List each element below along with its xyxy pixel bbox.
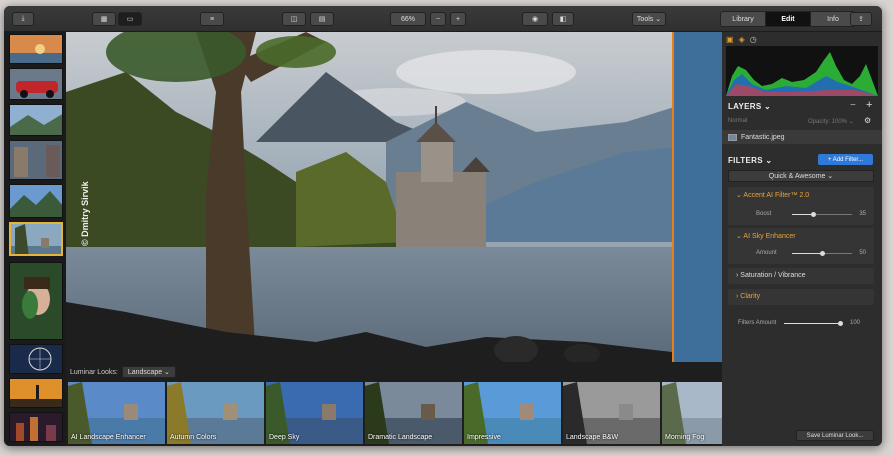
remove-layer-button[interactable]: − <box>850 100 856 111</box>
look-ai-landscape-enhancer[interactable]: AI Landscape Enhancer <box>68 382 165 444</box>
tab-info[interactable]: Info <box>811 12 855 26</box>
look-autumn-colors[interactable]: Autumn Colors <box>167 382 264 444</box>
look-label: AI Landscape Enhancer <box>71 434 146 441</box>
thumbnail-city-night[interactable] <box>9 412 63 442</box>
looks-category-dropdown[interactable]: Landscape ⌄ <box>121 366 176 378</box>
split-icon: ◧ <box>559 16 567 23</box>
add-layer-button[interactable]: + <box>866 99 872 111</box>
sidebar-toggle-button[interactable]: ◫ <box>282 12 306 26</box>
histogram-tools: ▣ ◈ ◷ <box>726 35 757 44</box>
thumbnail-portrait[interactable] <box>9 262 63 340</box>
zoom-out-button[interactable]: − <box>430 12 446 26</box>
single-view-icon: ▭ <box>126 16 134 23</box>
look-landscape-bw[interactable]: Landscape B&W <box>563 382 660 444</box>
filter-saturation-vibrance[interactable]: › Saturation / Vibrance <box>728 268 874 284</box>
add-filter-button[interactable]: + Add Filter... <box>818 154 873 165</box>
thumbnail-ferris-wheel[interactable] <box>9 344 63 374</box>
filter-ai-sky-enhancer: ⌄ AI Sky Enhancer Amount 50 <box>728 228 874 264</box>
toolbar: ⤓ ▦ ▭ ≡ ◫ ▤ 66% − + ◉ ◧ Tools ⌄ Library … <box>4 6 882 32</box>
look-impressive[interactable]: Impressive <box>464 382 561 444</box>
look-deep-sky[interactable]: Deep Sky <box>266 382 363 444</box>
look-dramatic-landscape[interactable]: Dramatic Landscape <box>365 382 462 444</box>
sidebar-icon: ◫ <box>290 16 298 23</box>
image-canvas[interactable]: © Dmitry Sirvik <box>66 32 722 362</box>
mode-tabs: Library Edit Info <box>720 11 856 27</box>
compare-icon: ▤ <box>318 16 326 23</box>
app-window: ⤓ ▦ ▭ ≡ ◫ ▤ 66% − + ◉ ◧ Tools ⌄ Library … <box>4 6 882 446</box>
look-label: Impressive <box>467 434 501 441</box>
layer-thumbnail <box>728 133 737 141</box>
eye-icon: ◉ <box>531 16 539 23</box>
filmstrip[interactable] <box>4 32 66 446</box>
thumbnail-silhouette[interactable] <box>9 378 63 408</box>
layers-title[interactable]: LAYERS ⌄ <box>728 102 771 111</box>
split-view-button[interactable]: ◧ <box>552 12 574 26</box>
compare-button[interactable]: ▤ <box>310 12 334 26</box>
thumbnail-street[interactable] <box>9 140 63 180</box>
sort-button[interactable]: ≡ <box>200 12 224 26</box>
import-button[interactable]: ⤓ <box>12 12 34 26</box>
single-view-button[interactable]: ▭ <box>118 12 142 26</box>
layer-name: Fantastic.jpeg <box>741 133 785 141</box>
gear-icon[interactable]: ⚙ <box>864 116 871 125</box>
layer-blend-mode[interactable]: Normal <box>728 118 747 124</box>
preview-button[interactable]: ◉ <box>522 12 548 26</box>
photo-watermark: © Dmitry Sirvik <box>80 181 90 246</box>
filter-clarity[interactable]: › Clarity <box>728 289 874 305</box>
history-icon[interactable]: ◷ <box>750 35 757 44</box>
filter-accent-ai: ⌄ Accent AI Filter™ 2.0 Boost 35 <box>728 187 874 225</box>
looks-strip: Luminar Looks: Landscape ⌄ AI Landscape … <box>66 362 722 446</box>
layer-opacity[interactable]: Opacity: 100% ⌄ <box>808 118 854 125</box>
share-button[interactable]: ⇪ <box>850 12 872 26</box>
share-icon: ⇪ <box>858 16 864 23</box>
save-luminar-look-button[interactable]: Save Luminar Look... <box>796 430 874 441</box>
look-label: Morning Fog <box>665 434 705 441</box>
tab-library[interactable]: Library <box>721 12 766 26</box>
preset-dropdown[interactable]: Quick & Awesome ⌄ <box>728 170 874 182</box>
filter-title: › Saturation / Vibrance <box>736 272 806 279</box>
layers-stack-icon[interactable]: ◈ <box>739 35 745 44</box>
tools-dropdown[interactable]: Tools ⌄ <box>632 12 666 26</box>
thumbnail-car[interactable] <box>9 68 63 100</box>
look-label: Dramatic Landscape <box>368 434 433 441</box>
edit-panel: ▣ ◈ ◷ LAYERS ⌄ − + Normal Opacity: 100% … <box>722 32 882 446</box>
image-icon[interactable]: ▣ <box>726 35 734 44</box>
thumbnail-landscape[interactable] <box>9 104 63 136</box>
histogram <box>726 46 878 96</box>
tab-edit[interactable]: Edit <box>766 12 811 26</box>
filter-title[interactable]: ⌄ AI Sky Enhancer <box>736 232 796 240</box>
look-label: Deep Sky <box>269 434 300 441</box>
filter-title: › Clarity <box>736 293 761 300</box>
import-icon: ⤓ <box>21 15 25 22</box>
look-morning-fog[interactable]: Morning Fog <box>662 382 722 444</box>
filters-title[interactable]: FILTERS ⌄ <box>728 156 772 165</box>
main-photo <box>66 32 722 362</box>
look-label: Landscape B&W <box>566 434 619 441</box>
looks-header: Luminar Looks: Landscape ⌄ <box>70 366 176 378</box>
looks-label: Luminar Looks: <box>70 368 118 376</box>
thumbnail-sunset[interactable] <box>9 34 63 64</box>
sort-icon: ≡ <box>209 15 215 23</box>
grid-view-button[interactable]: ▦ <box>92 12 116 26</box>
look-label: Autumn Colors <box>170 434 217 441</box>
zoom-in-button[interactable]: + <box>450 12 466 26</box>
layer-item[interactable]: Fantastic.jpeg <box>722 130 882 144</box>
filter-title[interactable]: ⌄ Accent AI Filter™ 2.0 <box>736 191 809 199</box>
thumbnail-mountains[interactable] <box>9 184 63 218</box>
zoom-dropdown[interactable]: 66% <box>390 12 426 26</box>
thumbnail-castle-selected[interactable] <box>9 222 63 256</box>
slider-knob[interactable] <box>837 321 843 326</box>
slider-knob[interactable] <box>819 251 825 256</box>
slider-knob[interactable] <box>810 212 816 217</box>
grid-icon: ▦ <box>100 16 108 23</box>
